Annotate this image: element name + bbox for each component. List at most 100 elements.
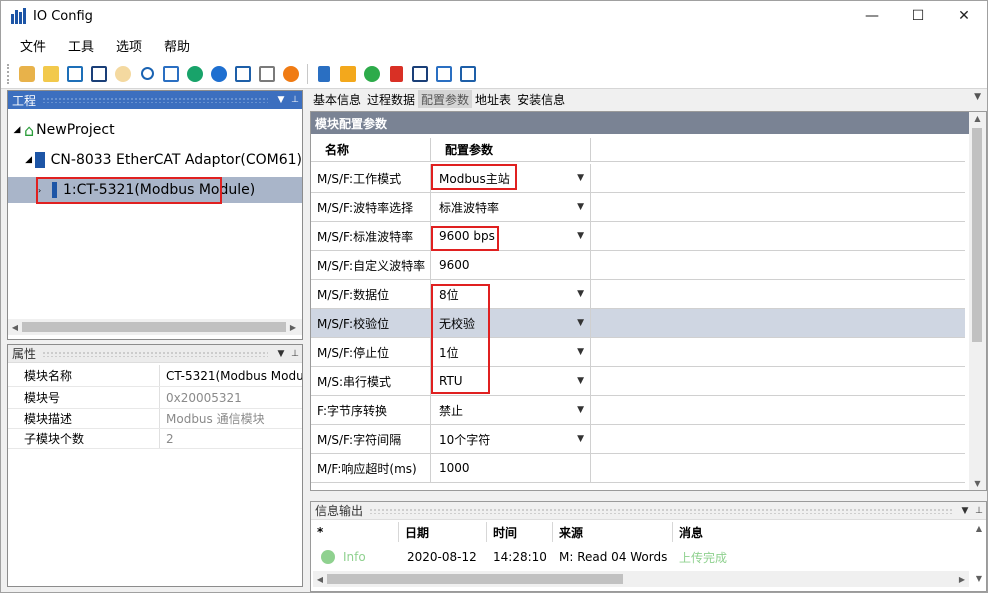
new-project-icon[interactable]	[17, 64, 37, 84]
search-icon[interactable]	[137, 64, 157, 84]
tab-config-params[interactable]: 配置参数	[418, 90, 473, 108]
dropdown-arrow-icon[interactable]: ▼	[577, 318, 584, 328]
config-row[interactable]: M/F:响应超时(ms) 1000	[311, 454, 965, 483]
tree-node-adaptor[interactable]: ◢ CN-8033 EtherCAT Adaptor(COM61)	[22, 147, 302, 173]
property-grid: 模块名称 CT-5321(Modbus Module) 模块号 0x200053…	[8, 363, 302, 449]
download-icon[interactable]	[161, 64, 181, 84]
dropdown-arrow-icon[interactable]: ▼	[577, 231, 584, 241]
scroll-thumb[interactable]	[327, 574, 623, 584]
config-row[interactable]: M/S/F:校验位 无校验 ▼	[311, 309, 965, 338]
menu-options[interactable]: 选项	[105, 36, 153, 55]
module-list-icon[interactable]	[314, 64, 334, 84]
config-row[interactable]: M/S/F:波特率选择 标准波特率 ▼	[311, 193, 965, 222]
dropdown-arrow-icon[interactable]: ▼	[577, 405, 584, 415]
toolbar-grip[interactable]	[7, 63, 11, 84]
highlight-box-work-mode	[431, 164, 517, 190]
expand-arrow-icon[interactable]: ◢	[10, 125, 24, 135]
info-time: 14:28:10	[493, 550, 547, 564]
config-param-select[interactable]: 禁止 ▼	[431, 396, 591, 424]
import-icon[interactable]	[338, 64, 358, 84]
tree-horizontal-scrollbar[interactable]: ◀ ▶	[8, 319, 302, 335]
pin-icon[interactable]: ⊥	[288, 95, 302, 105]
property-row[interactable]: 模块名称 CT-5321(Modbus Module)	[8, 365, 302, 387]
scroll-up-icon[interactable]: ▲	[969, 114, 986, 123]
property-value[interactable]: CT-5321(Modbus Module)	[160, 365, 302, 386]
scroll-left-icon[interactable]: ◀	[313, 575, 327, 584]
pin-icon[interactable]: ⊥	[972, 506, 986, 516]
edit-icon[interactable]	[410, 64, 430, 84]
property-row[interactable]: 模块号 0x20005321	[8, 387, 302, 409]
config-row[interactable]: M/S:串行模式 RTU ▼	[311, 367, 965, 396]
minimize-button[interactable]: —	[849, 1, 895, 31]
tree-node-project[interactable]: ◢ ⌂ NewProject	[10, 117, 300, 143]
tab-basic-info[interactable]: 基本信息	[310, 90, 364, 108]
panel-dropdown-icon[interactable]: ▼	[274, 95, 288, 105]
tab-menu-icon[interactable]: ▼	[974, 92, 981, 102]
panel-dropdown-icon[interactable]: ▼	[958, 506, 972, 516]
scroll-left-icon[interactable]: ◀	[8, 323, 22, 332]
scroll-thumb[interactable]	[22, 322, 286, 332]
upload-icon[interactable]	[362, 64, 382, 84]
config-param-select[interactable]: 10个字符 ▼	[431, 425, 591, 453]
manual-book-icon[interactable]	[233, 64, 253, 84]
property-key: 子模块个数	[8, 429, 160, 448]
config-param-name: M/S/F:数据位	[311, 280, 431, 308]
tab-process-data[interactable]: 过程数据	[364, 90, 418, 108]
property-row[interactable]: 模块描述 Modbus 通信模块	[8, 409, 302, 429]
adaptor-device-icon	[35, 152, 45, 168]
info-green-icon[interactable]	[185, 64, 205, 84]
dropdown-arrow-icon[interactable]: ▼	[577, 376, 584, 386]
tab-install-info[interactable]: 安装信息	[514, 90, 568, 108]
info-message: 上传完成	[679, 550, 728, 565]
alert-icon[interactable]	[281, 64, 301, 84]
settings-gear-icon[interactable]	[113, 64, 133, 84]
open-folder-icon[interactable]	[41, 64, 61, 84]
maximize-button[interactable]: ☐	[895, 1, 941, 31]
info-scroll-up-icon[interactable]: ▲	[976, 524, 982, 533]
config-row[interactable]: F:字节序转换 禁止 ▼	[311, 396, 965, 425]
dropdown-arrow-icon[interactable]: ▼	[577, 173, 584, 183]
delete-icon[interactable]	[386, 64, 406, 84]
scroll-down-icon[interactable]: ▼	[969, 479, 986, 488]
config-param-select[interactable]: 标准波特率 ▼	[431, 193, 591, 221]
notes-icon[interactable]	[257, 64, 277, 84]
properties-panel-header: 属性 ▼ ⊥	[8, 345, 302, 363]
info-log-row[interactable]: Info 2020-08-12 14:28:10 M: Read 04 Word…	[311, 546, 793, 568]
property-value: 2	[166, 431, 174, 446]
config-vertical-scrollbar[interactable]: ▲ ▼	[969, 112, 986, 490]
export-icon[interactable]	[458, 64, 478, 84]
info-scroll-down-icon[interactable]: ▼	[976, 574, 982, 583]
menu-help[interactable]: 帮助	[153, 36, 201, 55]
column-header-value: 配置参数	[431, 138, 591, 161]
dropdown-arrow-icon[interactable]: ▼	[577, 289, 584, 299]
config-row[interactable]: M/S/F:数据位 8位 ▼	[311, 280, 965, 309]
dropdown-arrow-icon[interactable]: ▼	[577, 347, 584, 357]
config-row[interactable]: M/S/F:标准波特率 9600 bps ▼	[311, 222, 965, 251]
expand-arrow-icon[interactable]: ◢	[22, 155, 35, 165]
scroll-thumb[interactable]	[972, 128, 982, 342]
config-row[interactable]: M/S/F:工作模式 Modbus主站 ▼	[311, 164, 965, 193]
add-module-icon[interactable]	[434, 64, 454, 84]
pin-icon[interactable]: ⊥	[288, 349, 302, 359]
scroll-right-icon[interactable]: ▶	[286, 323, 300, 332]
config-param-input[interactable]: 1000	[431, 454, 591, 482]
config-param-input[interactable]: 9600	[431, 251, 591, 279]
save-icon[interactable]	[65, 64, 85, 84]
menu-tools[interactable]: 工具	[57, 36, 105, 55]
dropdown-arrow-icon[interactable]: ▼	[577, 434, 584, 444]
dropdown-arrow-icon[interactable]: ▼	[577, 202, 584, 212]
save-as-icon[interactable]	[89, 64, 109, 84]
config-row[interactable]: M/S/F:自定义波特率 9600	[311, 251, 965, 280]
menu-file[interactable]: 文件	[9, 36, 57, 55]
config-row[interactable]: M/S/F:停止位 1位 ▼	[311, 338, 965, 367]
info-output-panel: 信息输出 ▼ ⊥ * 日期 时间 来源 消息 Info 2020-08-12 1…	[310, 501, 987, 592]
config-row[interactable]: M/S/F:字符间隔 10个字符 ▼	[311, 425, 965, 454]
panel-dropdown-icon[interactable]: ▼	[274, 349, 288, 359]
scroll-right-icon[interactable]: ▶	[955, 575, 969, 584]
info-horizontal-scrollbar[interactable]: ◀ ▶	[313, 571, 969, 587]
tab-address-table[interactable]: 地址表	[472, 90, 514, 108]
help-icon[interactable]	[209, 64, 229, 84]
property-row[interactable]: 子模块个数 2	[8, 429, 302, 449]
panel-grip	[42, 350, 268, 357]
close-button[interactable]: ✕	[941, 1, 987, 31]
